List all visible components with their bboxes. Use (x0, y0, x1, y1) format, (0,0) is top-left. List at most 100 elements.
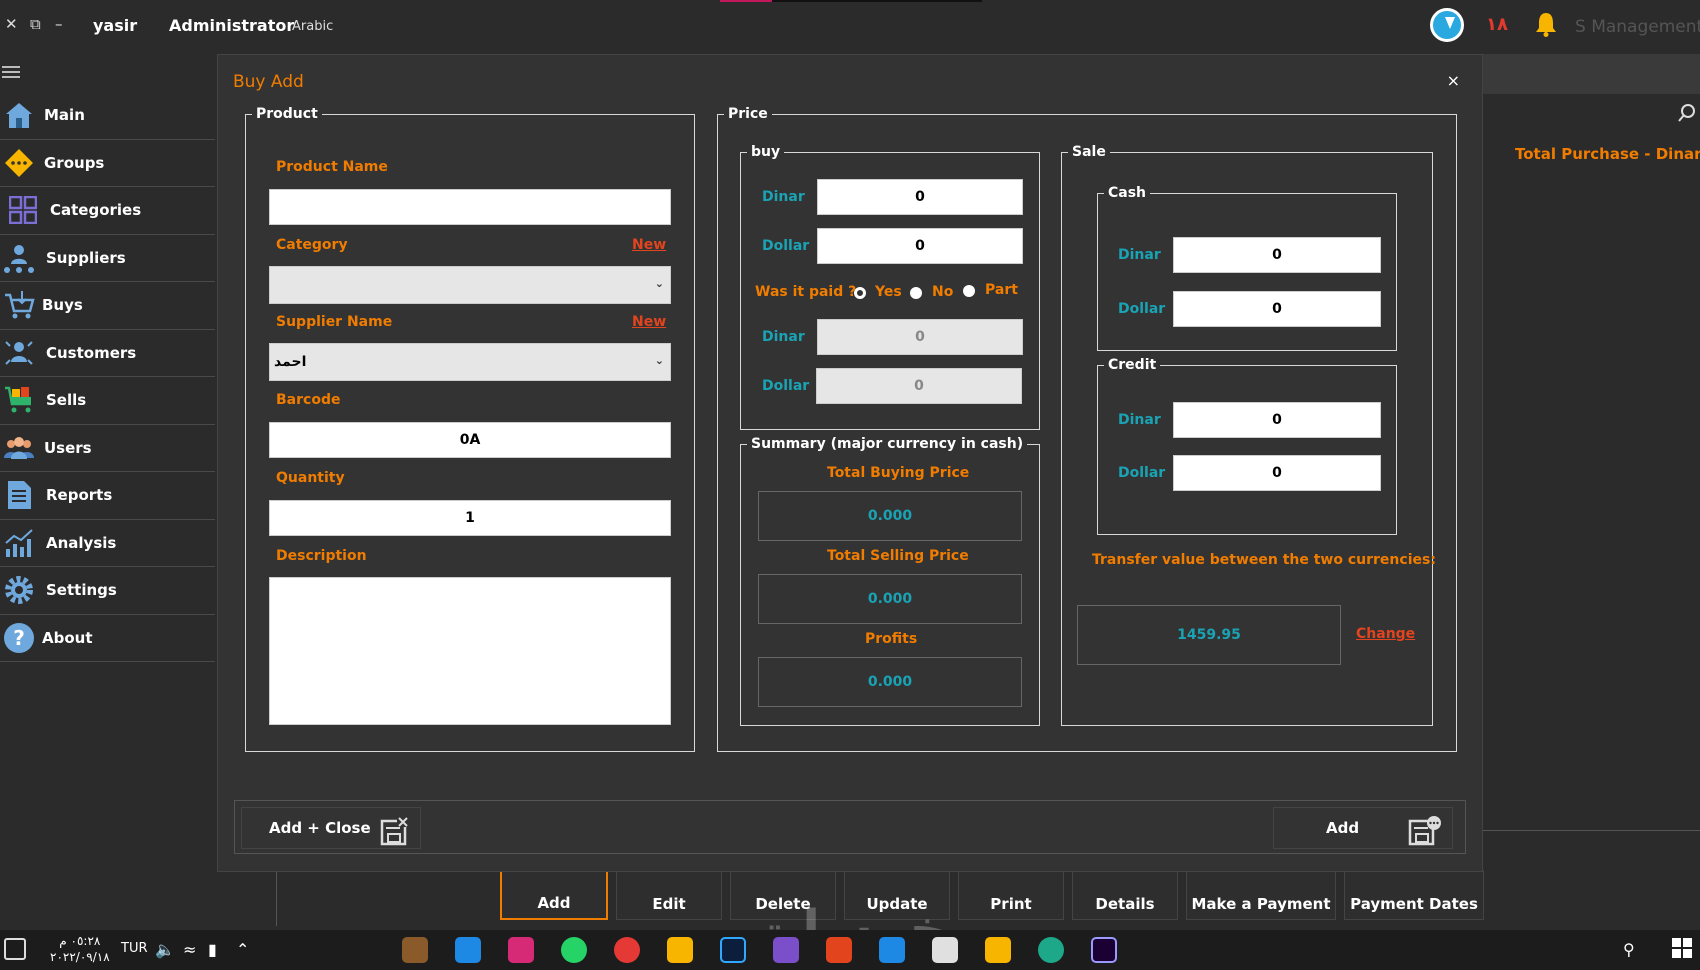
supplier-select[interactable]: احمد ⌄ (269, 343, 671, 381)
category-select[interactable]: ⌄ (269, 266, 671, 304)
category-label: Category (276, 237, 348, 253)
battery-icon[interactable]: ▮ (208, 940, 217, 959)
paid-yes-radio[interactable] (854, 287, 866, 299)
restore-window-icon[interactable]: ⧉ (30, 15, 41, 33)
sidebar-item-label: Suppliers (46, 248, 126, 267)
sidebar-item-users[interactable]: Users (0, 425, 215, 472)
buy-dollar-input[interactable]: 0 (817, 228, 1023, 264)
accent-strip (720, 0, 772, 2)
credit-dinar-label: Dinar (1118, 412, 1161, 428)
premiere-icon[interactable] (1091, 937, 1117, 963)
menu-icon[interactable] (2, 66, 20, 78)
sidebar-item-settings[interactable]: Settings (0, 567, 215, 615)
main-add-button[interactable]: Add (500, 870, 608, 920)
close-window-icon[interactable]: ✕ (5, 15, 18, 33)
profits-output: 0.000 (758, 657, 1022, 707)
sidebar-item-label: Categories (50, 201, 142, 220)
edge-icon[interactable] (1038, 937, 1064, 963)
add-button[interactable]: Add (1273, 807, 1453, 849)
bell-icon[interactable] (1532, 10, 1560, 38)
divider (1480, 830, 1700, 831)
file-explorer-icon[interactable] (985, 937, 1011, 963)
product-legend: Product (256, 106, 318, 122)
dialog-footer: Add + Close Add (234, 800, 1466, 854)
description-textarea[interactable] (269, 577, 671, 725)
download-icon[interactable] (1430, 8, 1464, 42)
input-language[interactable]: TUR (121, 941, 148, 956)
paid-no-radio[interactable] (910, 287, 922, 299)
notifications-icon[interactable] (4, 938, 26, 960)
sidebar-item-buys[interactable]: Buys (0, 282, 215, 330)
cash-legend: Cash (1108, 185, 1147, 201)
main-make-payment-button[interactable]: Make a Payment (1186, 870, 1336, 920)
chrome-icon[interactable] (614, 937, 640, 963)
paid-dinar-input[interactable]: 0 (817, 319, 1023, 355)
suppliers-icon (2, 241, 36, 275)
svg-text:?: ? (13, 626, 25, 650)
new-category-link[interactable]: New (632, 237, 666, 253)
save-more-icon (1408, 816, 1441, 846)
chevron-up-icon[interactable]: ⌃ (236, 940, 249, 959)
main-edit-button[interactable]: Edit (616, 870, 722, 920)
sidebar-item-sells[interactable]: Sells (0, 377, 215, 425)
notification-count: ١٨ (1486, 14, 1508, 35)
search-taskbar-icon[interactable]: ⚲ (1623, 940, 1635, 959)
cash-dollar-input[interactable]: 0 (1173, 291, 1381, 327)
sublime-icon[interactable] (402, 937, 428, 963)
credit-dinar-input[interactable]: 0 (1173, 402, 1381, 438)
notes-icon[interactable] (667, 937, 693, 963)
sidebar-item-main[interactable]: Main (0, 92, 215, 140)
paid-dollar-input[interactable]: 0 (816, 368, 1022, 404)
change-rate-link[interactable]: Change (1356, 626, 1415, 642)
taskbar: ٠٥:٢٨ م ٢٠٢٢/٠٩/١٨ TUR 🔈 ≈ ▮ ⌃ ⚲ (0, 930, 1700, 970)
cash-dinar-input[interactable]: 0 (1173, 237, 1381, 273)
new-supplier-link[interactable]: New (632, 314, 666, 330)
language-switch[interactable]: Arabic (292, 19, 333, 34)
windows-start-icon[interactable] (1672, 938, 1692, 962)
buy-dinar-input[interactable]: 0 (817, 179, 1023, 215)
sidebar-item-analysis[interactable]: Analysis (0, 520, 215, 567)
paid-part-radio[interactable] (963, 285, 975, 297)
photoshop-icon[interactable] (720, 937, 746, 963)
sidebar-item-label: Sells (46, 391, 87, 410)
total-buying-output: 0.000 (758, 491, 1022, 541)
wifi-icon[interactable]: ≈ (183, 940, 196, 959)
sidebar-item-groups[interactable]: Groups (0, 140, 215, 187)
instagram-icon[interactable] (508, 937, 534, 963)
cart-icon (2, 288, 36, 322)
whatsapp-icon[interactable] (561, 937, 587, 963)
transfer-value-output: 1459.95 (1077, 605, 1341, 665)
main-payment-dates-button[interactable]: Payment Dates (1344, 870, 1484, 920)
clock[interactable]: ٠٥:٢٨ م ٢٠٢٢/٠٩/١٨ (50, 933, 110, 965)
sidebar-item-about[interactable]: ? About (0, 615, 215, 662)
main-details-button[interactable]: Details (1072, 870, 1178, 920)
store-icon[interactable] (932, 937, 958, 963)
quantity-input[interactable]: 1 (269, 500, 671, 536)
dialog-close-button[interactable]: × (1447, 71, 1460, 90)
supplier-value: احمد (274, 354, 307, 370)
sidebar-item-customers[interactable]: Customers (0, 330, 215, 377)
sidebar-item-label: Reports (46, 486, 113, 505)
add-close-button[interactable]: Add + Close (241, 807, 421, 849)
sidebar-item-reports[interactable]: Reports (0, 472, 215, 520)
sidebar-item-categories[interactable]: Categories (0, 187, 215, 235)
users-icon (2, 431, 36, 465)
media-player-icon[interactable] (455, 937, 481, 963)
sidebar-item-suppliers[interactable]: Suppliers (0, 235, 215, 282)
visual-studio-icon[interactable] (773, 937, 799, 963)
was-paid-label: Was it paid ? (755, 284, 857, 300)
credit-dollar-input[interactable]: 0 (1173, 455, 1381, 491)
product-name-input[interactable] (269, 189, 671, 225)
volume-icon[interactable]: 🔈 (155, 940, 175, 959)
barcode-input[interactable]: 0A (269, 422, 671, 458)
search-icon[interactable] (1678, 104, 1696, 122)
divider (276, 870, 277, 926)
barcode-label: Barcode (276, 392, 341, 408)
chevron-down-icon: ⌄ (654, 354, 664, 367)
mail-icon[interactable] (879, 937, 905, 963)
current-user: yasir (93, 16, 138, 35)
minimize-window-icon[interactable]: – (55, 15, 63, 33)
user-role: Administrator (169, 16, 295, 35)
main-print-button[interactable]: Print (958, 870, 1064, 920)
office-icon[interactable] (826, 937, 852, 963)
